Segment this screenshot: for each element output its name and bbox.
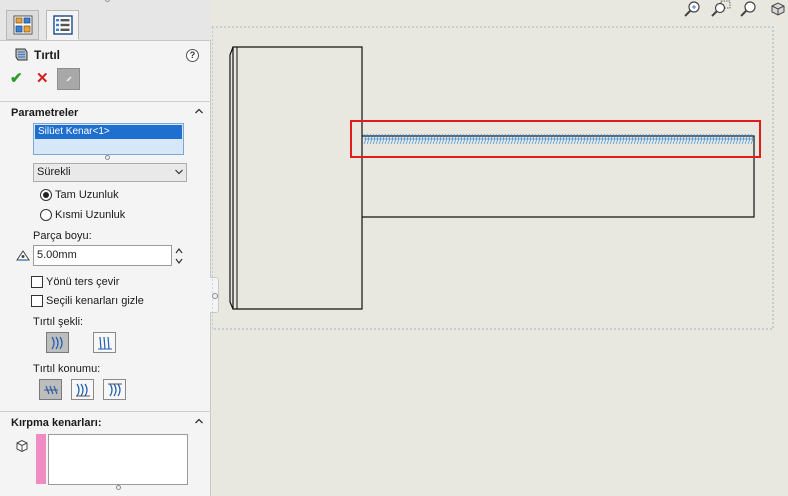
view-toolbar — [683, 0, 788, 18]
zoom-to-fit-icon[interactable] — [683, 0, 703, 17]
tab-property-manager[interactable] — [46, 10, 79, 40]
chevron-up-icon[interactable] — [194, 416, 204, 426]
part-length-input[interactable]: 5.00mm — [33, 245, 172, 266]
reverse-direction-checkbox[interactable]: Yönü ters çevir — [31, 274, 119, 290]
part-head[interactable] — [229, 46, 363, 310]
selected-edge-item[interactable]: Silüet Kenar<1> — [35, 125, 182, 139]
action-row: ✔ ✕ — [0, 68, 211, 92]
left-position-icon — [75, 383, 90, 396]
feature-title: Tırtıl — [34, 48, 60, 62]
radio-partial-length-label: Kısmi Uzunluk — [55, 209, 126, 221]
cancel-button[interactable]: ✕ — [36, 71, 52, 87]
radio-full-length-button[interactable] — [40, 189, 52, 201]
vertical-knurl-icon — [97, 336, 112, 349]
model-view — [212, 26, 774, 330]
part-length-spinner[interactable] — [173, 246, 185, 266]
feature-title-row: Tırtıl ? — [0, 44, 211, 66]
panel-tab-bar — [0, 0, 211, 41]
trim-edges-section-title: Kırpma kenarları: — [11, 417, 102, 429]
hide-edges-box[interactable] — [31, 295, 43, 307]
tab-bar-resize-handle[interactable] — [105, 0, 110, 2]
reverse-direction-box[interactable] — [31, 276, 43, 288]
position-right-button[interactable] — [103, 379, 126, 400]
shape-angled-button[interactable] — [46, 332, 69, 353]
graphics-area[interactable] — [212, 0, 788, 496]
knurl-position-label: Tırtıl konumu: — [33, 363, 101, 375]
knurl-type-dropdown[interactable]: Sürekli — [33, 163, 187, 182]
trim-edges-section-header[interactable]: Kırpma kenarları: — [0, 411, 211, 431]
radio-partial-length[interactable]: Kısmi Uzunluk — [40, 207, 125, 223]
shape-vertical-button[interactable] — [93, 332, 116, 353]
face-select-icon — [16, 439, 28, 453]
trim-edges-selection-box[interactable] — [48, 434, 188, 485]
help-icon[interactable]: ? — [186, 49, 199, 62]
tab-feature-manager[interactable] — [6, 10, 39, 40]
parameters-section-header[interactable]: Parametreler — [0, 101, 211, 121]
radio-partial-length-button[interactable] — [40, 209, 52, 221]
view-bounding-box — [212, 26, 774, 330]
ok-button[interactable]: ✔ — [10, 71, 26, 87]
trim-box-resize-handle[interactable] — [116, 485, 121, 490]
property-manager-panel: Tırtıl ? ✔ ✕ Parametreler Silüet Kenar<1… — [0, 0, 211, 496]
right-position-icon — [107, 383, 122, 396]
zoom-previous-icon[interactable] — [739, 0, 759, 17]
pin-button[interactable] — [57, 68, 80, 90]
selection-box-resize-handle[interactable] — [105, 155, 110, 160]
radio-full-length-label: Tam Uzunluk — [55, 189, 119, 201]
feature-tree-icon — [13, 15, 32, 35]
chevron-up-icon[interactable] — [194, 106, 204, 116]
part-length-label: Parça boyu: — [33, 230, 92, 242]
parameters-section-title: Parametreler — [11, 107, 79, 119]
radio-full-length[interactable]: Tam Uzunluk — [40, 187, 119, 203]
knurl-type-value: Sürekli — [37, 166, 71, 178]
angled-knurl-icon — [50, 336, 63, 349]
part-shaft[interactable] — [362, 135, 755, 218]
chevron-down-icon — [175, 169, 183, 175]
knurl-shape-label: Tırtıl şekli: — [33, 316, 84, 328]
zoom-to-area-icon[interactable] — [711, 0, 731, 17]
dimension-icon — [16, 250, 30, 261]
property-list-icon — [52, 15, 73, 35]
hide-edges-checkbox[interactable]: Seçili kenarları gizle — [31, 293, 144, 309]
edge-selection-box[interactable]: Silüet Kenar<1> — [33, 123, 184, 155]
view-orientation-icon[interactable] — [768, 0, 788, 17]
pin-icon — [65, 76, 72, 82]
hide-edges-label: Seçili kenarları gizle — [46, 295, 144, 307]
center-position-icon — [43, 385, 58, 394]
trim-selection-color-bar — [36, 434, 46, 484]
position-center-button[interactable] — [39, 379, 62, 400]
knurl-feature-icon — [15, 48, 28, 61]
reverse-direction-label: Yönü ters çevir — [46, 276, 120, 288]
position-left-button[interactable] — [71, 379, 94, 400]
